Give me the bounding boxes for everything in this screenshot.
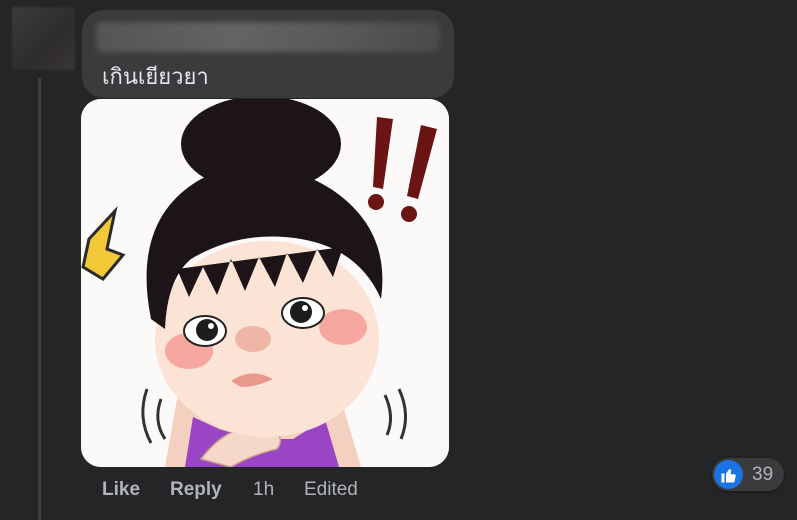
commenter-avatar[interactable] bbox=[12, 7, 75, 70]
like-button[interactable]: Like bbox=[102, 479, 140, 501]
thread-line bbox=[38, 78, 41, 520]
comment-sticker[interactable] bbox=[81, 99, 449, 467]
cartoon-girl-sticker-icon bbox=[81, 99, 449, 467]
edited-label[interactable]: Edited bbox=[304, 479, 358, 501]
comment-text: เกินเยียวยา bbox=[102, 64, 209, 89]
reaction-summary[interactable]: 39 bbox=[712, 458, 784, 491]
reply-button[interactable]: Reply bbox=[170, 479, 222, 501]
comment-timestamp[interactable]: 1h bbox=[253, 479, 274, 501]
thumbs-up-icon bbox=[714, 460, 743, 489]
reaction-count: 39 bbox=[752, 464, 774, 485]
comment-bubble: เกินเยียวยา bbox=[82, 10, 454, 98]
commenter-name-redacted[interactable] bbox=[96, 22, 440, 52]
